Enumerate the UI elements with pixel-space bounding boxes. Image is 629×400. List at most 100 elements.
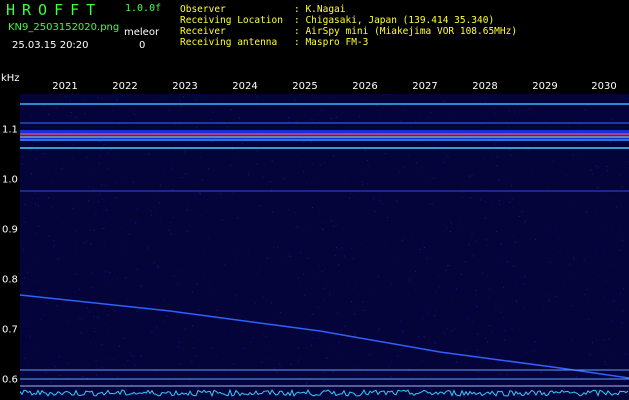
noise-speck: [283, 178, 285, 180]
noise-speck: [106, 209, 108, 211]
noise-speck: [443, 102, 445, 104]
noise-speck: [617, 235, 619, 237]
noise-speck: [545, 120, 547, 122]
noise-speck: [195, 99, 197, 101]
noise-speck: [172, 189, 173, 191]
noise-speck: [86, 307, 88, 309]
noise-speck: [415, 162, 417, 164]
noise-speck: [549, 294, 551, 296]
noise-speck: [429, 203, 431, 205]
noise-speck: [388, 365, 390, 367]
antenna-value: : Maspro FM-3: [294, 37, 369, 48]
noise-speck: [448, 265, 450, 266]
noise-speck: [606, 166, 608, 167]
noise-speck: [625, 353, 627, 355]
noise-speck: [109, 358, 111, 360]
noise-speck: [45, 193, 47, 195]
noise-speck: [42, 289, 43, 291]
noise-speck: [136, 208, 138, 210]
noise-speck: [476, 349, 478, 351]
noise-speck: [150, 210, 152, 212]
noise-speck: [509, 202, 511, 203]
noise-speck: [323, 287, 325, 289]
noise-speck: [619, 175, 621, 176]
year-label: 2030: [591, 81, 617, 92]
noise-speck: [611, 207, 613, 209]
noise-speck: [97, 316, 99, 318]
noise-speck: [567, 250, 569, 252]
noise-speck: [106, 285, 107, 287]
noise-speck: [394, 259, 396, 261]
noise-speck: [601, 345, 603, 347]
noise-speck: [590, 169, 592, 171]
noise-speck: [90, 343, 92, 345]
noise-speck: [20, 243, 22, 245]
noise-speck: [299, 281, 301, 283]
year-label: 2021: [52, 81, 78, 92]
noise-speck: [297, 360, 299, 362]
noise-speck: [259, 205, 261, 207]
spectrogram-plot[interactable]: [20, 94, 629, 400]
noise-speck: [407, 294, 409, 296]
noise-speck: [109, 271, 111, 273]
noise-speck: [318, 337, 319, 339]
noise-speck: [174, 124, 176, 126]
noise-speck: [92, 171, 94, 173]
noise-speck: [56, 305, 58, 307]
noise-speck: [233, 154, 235, 155]
noise-speck: [469, 175, 470, 177]
noise-speck: [295, 121, 297, 123]
noise-speck: [415, 121, 417, 123]
noise-speck: [492, 154, 494, 156]
noise-speck: [53, 246, 54, 248]
noise-speck: [450, 231, 451, 232]
noise-speck: [532, 111, 534, 113]
noise-speck: [460, 274, 462, 275]
noise-speck: [327, 357, 329, 359]
noise-speck: [36, 232, 38, 234]
noise-speck: [381, 203, 383, 205]
noise-speck: [366, 183, 368, 185]
noise-speck: [604, 361, 606, 363]
noise-speck: [232, 192, 234, 194]
noise-speck: [145, 310, 147, 312]
noise-speck: [513, 265, 515, 267]
noise-speck: [558, 251, 560, 253]
noise-speck: [31, 173, 33, 175]
noise-speck: [210, 119, 212, 121]
noise-speck: [65, 199, 67, 201]
noise-speck: [119, 345, 120, 347]
noise-speck: [227, 126, 228, 128]
noise-speck: [612, 119, 614, 121]
noise-speck: [115, 197, 117, 199]
noise-speck: [530, 170, 532, 172]
noise-speck: [609, 367, 611, 369]
noise-speck: [116, 99, 118, 100]
noise-speck: [121, 94, 123, 96]
noise-speck: [479, 376, 481, 378]
noise-speck: [354, 313, 356, 315]
noise-speck: [423, 336, 425, 338]
year-label: 2022: [112, 81, 138, 92]
noise-speck: [597, 276, 599, 278]
noise-speck: [183, 96, 184, 98]
noise-speck: [45, 379, 47, 381]
noise-speck: [40, 263, 42, 265]
noise-speck: [517, 153, 519, 155]
year-label: 2026: [352, 81, 378, 92]
noise-speck: [129, 94, 131, 96]
noise-speck: [506, 373, 508, 375]
noise-speck: [253, 380, 255, 382]
noise-speck: [605, 280, 607, 282]
noise-speck: [530, 351, 532, 352]
noise-speck: [454, 328, 456, 330]
noise-speck: [598, 94, 600, 96]
noise-speck: [584, 109, 586, 111]
noise-speck: [162, 169, 164, 171]
noise-speck: [518, 328, 520, 330]
noise-speck: [490, 201, 492, 203]
noise-speck: [313, 96, 315, 98]
noise-speck: [525, 390, 526, 392]
noise-speck: [572, 154, 574, 156]
noise-speck: [449, 393, 451, 395]
